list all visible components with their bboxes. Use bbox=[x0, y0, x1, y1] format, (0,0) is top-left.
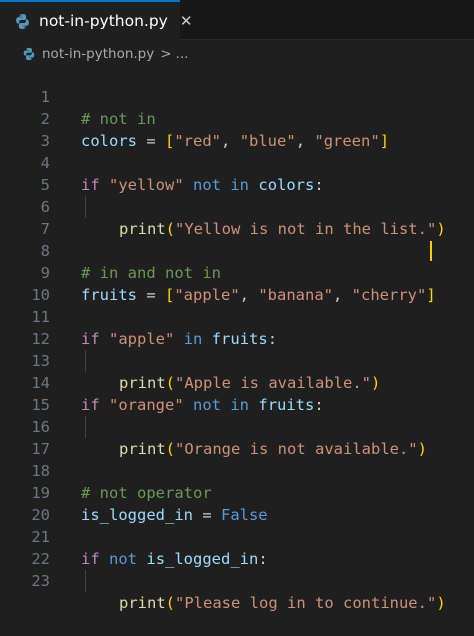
code-line: 10 bbox=[0, 262, 474, 304]
python-icon bbox=[22, 47, 36, 61]
code-line: 9 fruits = ["apple", "banana", "cherry"] bbox=[0, 240, 474, 304]
bracket: ( bbox=[165, 594, 176, 612]
tab-label: not-in-python.py bbox=[39, 12, 168, 30]
code-line: 4 if "yellow" not in colors: bbox=[0, 130, 474, 194]
code-line: 19 is_logged_in = False bbox=[0, 460, 474, 524]
breadcrumb-separator: > bbox=[160, 46, 172, 62]
code-line: 22 print("Please log in to continue.") bbox=[0, 526, 474, 612]
function: print bbox=[119, 594, 166, 612]
code-editor[interactable]: 1 # not in 2 colors = ["red", "blue", "g… bbox=[0, 64, 474, 612]
code-line: 2 colors = ["red", "blue", "green"] bbox=[0, 86, 474, 150]
code-line: 13 bbox=[0, 328, 474, 370]
code-line: 7 bbox=[0, 196, 474, 238]
breadcrumb-more[interactable]: ... bbox=[176, 46, 189, 62]
line-number: 23 bbox=[31, 572, 50, 590]
code-line: 12 print("Apple is available.") bbox=[0, 306, 474, 392]
string: "Please log in to continue." bbox=[175, 594, 437, 612]
tab-not-in-python[interactable]: not-in-python.py ✕ bbox=[0, 0, 192, 40]
close-icon[interactable]: ✕ bbox=[180, 13, 193, 29]
code-line: 15 print("Orange is not available.") bbox=[0, 372, 474, 458]
code-line: 6 bbox=[0, 174, 474, 216]
code-line: 18 # not operator bbox=[0, 438, 474, 502]
code-line: 20 bbox=[0, 482, 474, 524]
code-line: 11 if "apple" in fruits: bbox=[0, 284, 474, 348]
code-line: 21 if not is_logged_in: bbox=[0, 504, 474, 568]
text-cursor bbox=[430, 241, 432, 261]
code-line: 17 bbox=[0, 416, 474, 458]
code-line: 1 # not in bbox=[0, 64, 474, 128]
code-line: 16 bbox=[0, 394, 474, 436]
tab-bar: not-in-python.py ✕ bbox=[0, 0, 474, 40]
code-line: 3 bbox=[0, 108, 474, 150]
code-line: 8 # in and not in bbox=[0, 218, 474, 282]
code-line: 23 bbox=[0, 548, 474, 590]
code-line: 14 if "orange" not in fruits: bbox=[0, 350, 474, 414]
bracket: ) bbox=[436, 594, 446, 612]
code-line: 5 print("Yellow is not in the list.") bbox=[0, 152, 474, 238]
python-icon bbox=[14, 13, 31, 30]
indent-guide bbox=[85, 570, 86, 592]
breadcrumb-file[interactable]: not-in-python.py bbox=[42, 46, 154, 62]
